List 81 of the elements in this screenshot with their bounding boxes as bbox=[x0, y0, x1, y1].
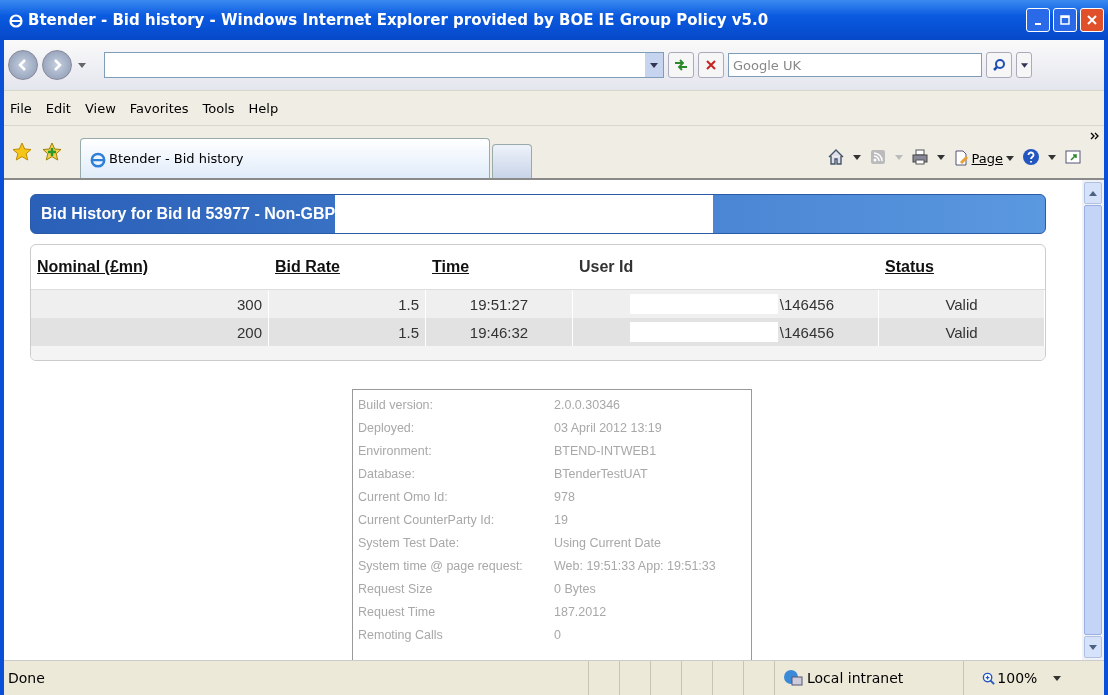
zoom-icon bbox=[982, 671, 996, 685]
info-value: BTenderTestUAT bbox=[554, 466, 649, 483]
info-value: 03 April 2012 13:19 bbox=[554, 420, 663, 437]
caret-icon bbox=[650, 62, 658, 68]
caret-icon bbox=[1006, 155, 1014, 161]
down-arrow-icon bbox=[1089, 644, 1097, 650]
add-favorite-icon[interactable] bbox=[42, 142, 62, 162]
maximize-button[interactable] bbox=[1053, 8, 1077, 32]
info-label: Deployed: bbox=[358, 420, 416, 437]
panel-title: Bid History for Bid Id 53977 - Non-GBP bbox=[41, 205, 336, 223]
info-value: 0 bbox=[554, 627, 562, 644]
globe-computer-icon bbox=[783, 669, 803, 687]
page-menu-button[interactable]: Page bbox=[952, 150, 1014, 166]
stop-button[interactable] bbox=[698, 52, 724, 78]
info-value: 19 bbox=[554, 512, 569, 529]
home-icon[interactable] bbox=[826, 148, 845, 166]
search-icon bbox=[992, 58, 1006, 72]
info-label: Current Omo Id: bbox=[358, 489, 449, 506]
info-label: Build version: bbox=[358, 397, 435, 414]
address-field[interactable] bbox=[104, 52, 664, 78]
menu-item[interactable]: Edit bbox=[45, 100, 71, 116]
info-value: Web: 19:51:33 App: 19:51:33 bbox=[554, 558, 717, 575]
info-value: BTEND-INTWEB1 bbox=[554, 443, 658, 460]
info-label: Database: bbox=[358, 466, 416, 483]
printer-icon[interactable] bbox=[910, 148, 929, 166]
dropdown-button[interactable] bbox=[645, 53, 663, 77]
browser-tab[interactable]: Btender - Bid history bbox=[80, 138, 490, 178]
caret-icon[interactable] bbox=[1048, 155, 1056, 160]
menu-item[interactable]: Tools bbox=[202, 100, 235, 116]
forward-button[interactable] bbox=[42, 50, 72, 80]
window-title: Btender - Bid history - Windows Internet Explorer provided by BOE IE Group Policy v5.0 bbox=[28, 11, 769, 29]
star-icon[interactable] bbox=[12, 142, 32, 162]
info-label: System Test Date: bbox=[358, 535, 461, 552]
search-options-button[interactable] bbox=[1016, 52, 1032, 78]
menu-item[interactable]: View bbox=[84, 100, 116, 116]
table-cell: \146456 bbox=[573, 318, 879, 346]
info-value: 187.2012 bbox=[554, 604, 608, 621]
back-button[interactable] bbox=[8, 50, 38, 80]
refresh-button[interactable] bbox=[668, 52, 694, 78]
help-icon[interactable] bbox=[1022, 148, 1040, 166]
info-value: 978 bbox=[554, 489, 576, 506]
page-icon bbox=[952, 150, 969, 166]
caret-icon bbox=[1020, 62, 1028, 68]
column-header[interactable]: Status bbox=[885, 258, 934, 276]
column-header[interactable]: Nominal (£mn) bbox=[37, 258, 149, 276]
column-header[interactable]: Time bbox=[432, 258, 470, 276]
column-header: User Id bbox=[579, 258, 634, 276]
menu-item[interactable]: File bbox=[10, 100, 32, 116]
menu-item[interactable]: Help bbox=[248, 100, 279, 116]
caret-icon[interactable] bbox=[852, 155, 861, 160]
zoom-button[interactable]: 100% bbox=[963, 661, 1042, 695]
info-label: Current CounterParty Id: bbox=[358, 512, 496, 529]
search-field[interactable]: Google UK bbox=[728, 53, 982, 77]
chevron-icon[interactable] bbox=[1090, 132, 1100, 140]
up-arrow-icon bbox=[1089, 190, 1097, 196]
column-header[interactable]: Bid Rate bbox=[275, 258, 340, 276]
info-label: Request Time bbox=[358, 604, 437, 621]
info-label: Environment: bbox=[358, 443, 433, 460]
caret-icon[interactable] bbox=[78, 62, 86, 68]
info-value: Using Current Date bbox=[554, 535, 662, 552]
browser-logo-icon bbox=[8, 12, 24, 28]
info-label: System time @ page request: bbox=[358, 558, 524, 575]
table-cell: \146456 bbox=[573, 290, 879, 318]
close-icon bbox=[1087, 15, 1097, 25]
stop-icon bbox=[706, 60, 716, 70]
minimize-icon bbox=[1035, 23, 1041, 25]
caret-icon[interactable] bbox=[1053, 675, 1062, 681]
maximize-icon bbox=[1060, 15, 1070, 25]
status-text: Done bbox=[8, 670, 46, 686]
scrollbar[interactable] bbox=[1082, 180, 1104, 660]
info-label: Remoting Calls bbox=[358, 627, 444, 644]
menu-item[interactable]: Favorites bbox=[129, 100, 189, 116]
info-value: 2.0.0.30346 bbox=[554, 397, 622, 414]
close-button[interactable] bbox=[1080, 8, 1104, 32]
security-zone: Local intranet bbox=[807, 670, 904, 686]
info-label: Request Size bbox=[358, 581, 434, 598]
caret-icon[interactable] bbox=[936, 155, 945, 160]
minimize-button[interactable] bbox=[1026, 8, 1050, 32]
search-button[interactable] bbox=[986, 52, 1012, 78]
info-value: 0 Bytes bbox=[554, 581, 597, 598]
arrows-icon bbox=[674, 59, 688, 71]
